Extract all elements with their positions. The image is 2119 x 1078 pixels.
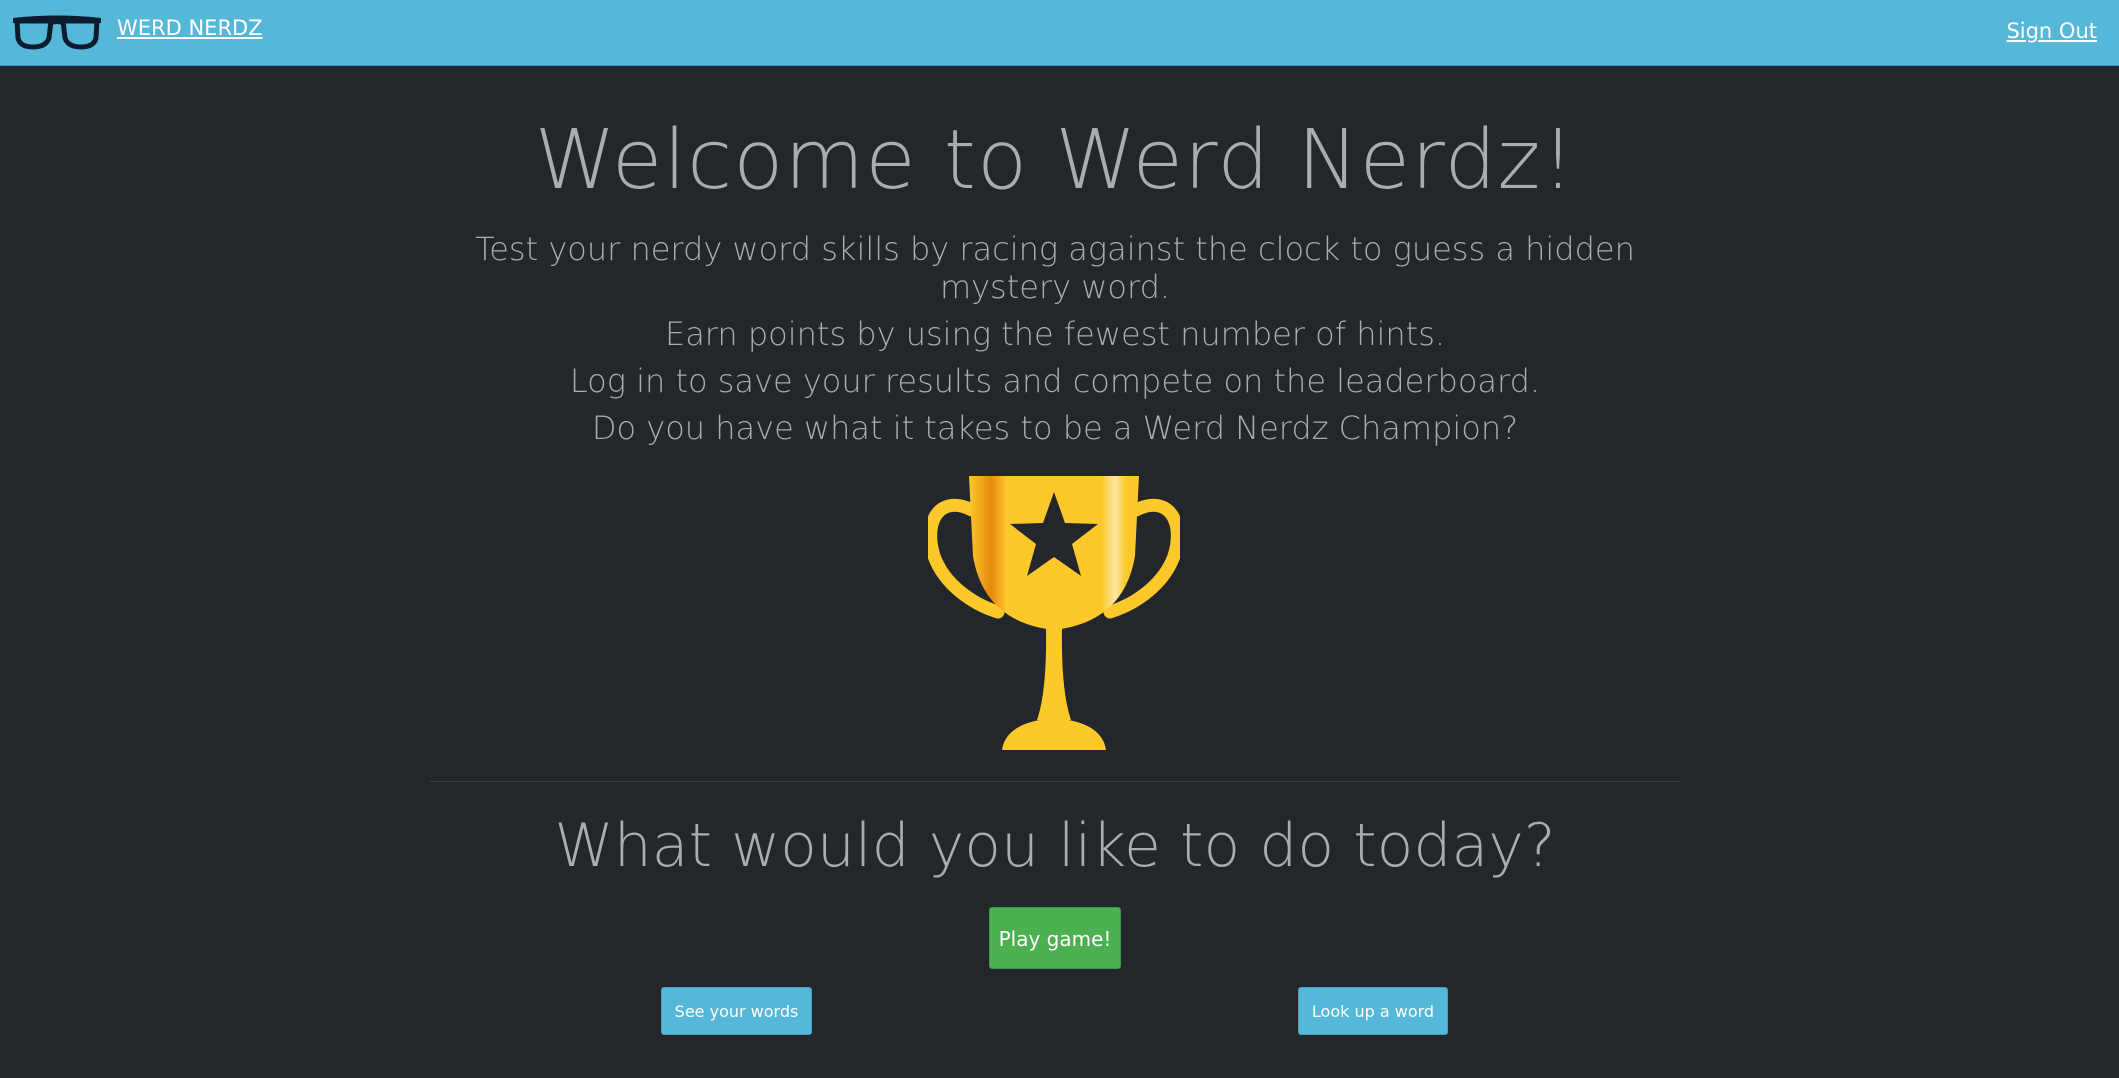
intro-text: Test your nerdy word skills by racing ag… [430,230,1680,447]
sign-out-link[interactable]: Sign Out [2006,19,2097,43]
intro-line: Log in to save your results and compete … [569,362,1541,401]
welcome-section: Welcome to Werd Nerdz! Test your nerdy w… [430,66,1680,447]
action-prompt: What would you like to do today? [554,811,1556,881]
play-game-button[interactable]: Play game! [989,907,1121,969]
glasses-icon[interactable] [12,14,102,50]
see-your-words-button[interactable]: See your words [661,987,812,1035]
intro-line: Do you have what it takes to be a Werd N… [591,409,1519,448]
brand-link[interactable]: WERD NERDZ [117,16,263,40]
trophy-icon [928,476,1180,750]
section-divider [430,781,1680,782]
intro-line: Test your nerdy word skills by racing ag… [475,230,1635,307]
page-title: Welcome to Werd Nerdz! [534,113,1576,208]
intro-line: Earn points by using the fewest number o… [664,315,1446,354]
look-up-word-button[interactable]: Look up a word [1298,987,1448,1035]
navbar: WERD NERDZ Sign Out [0,0,2119,66]
